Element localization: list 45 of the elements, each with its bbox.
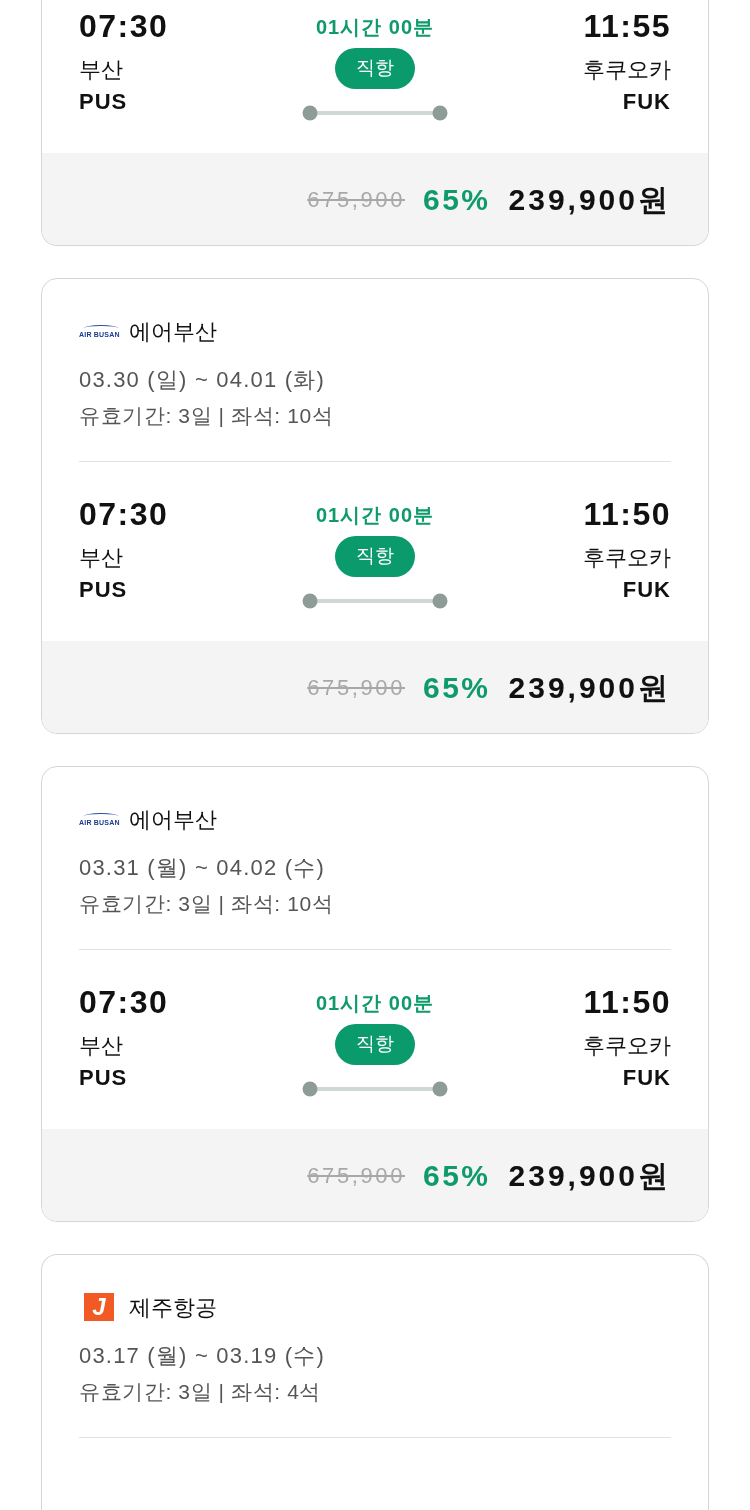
direct-flight-badge: 직항 <box>335 1024 415 1065</box>
travel-dates: 03.31 (월) ~ 04.02 (수) <box>79 854 326 882</box>
final-price: 239,900원 <box>508 669 671 706</box>
travel-dates: 03.17 (월) ~ 03.19 (수) <box>79 1342 326 1370</box>
arrival-city: 후쿠오카 <box>583 544 671 572</box>
departure-city: 부산 <box>79 1032 123 1060</box>
arrival-time: 11:50 <box>583 983 671 1022</box>
direct-flight-badge: 직항 <box>335 536 415 577</box>
validity-and-seats: 유효기간: 3일 | 좌석: 10석 <box>79 886 671 922</box>
final-price: 239,900원 <box>508 1157 671 1194</box>
departure-city: 부산 <box>79 544 123 572</box>
departure-airport-code: PUS <box>79 576 128 604</box>
original-price: 675,900 <box>307 1161 405 1190</box>
arrival-airport-code: FUK <box>622 576 671 604</box>
arrival-airport-code: FUK <box>622 1064 671 1092</box>
airline-name: 제주항공 <box>129 1293 217 1322</box>
airline-name: 에어부산 <box>129 805 217 834</box>
flight-card[interactable]: J 제주항공 03.17 (월) ~ 03.19 (수) 유효기간: 3일 | 좌석: 4석 <box>41 1254 709 1510</box>
arrival-time: 11:50 <box>583 495 671 534</box>
departure-time: 07:30 <box>79 495 169 534</box>
flight-card[interactable]: 07:30 부산 PUS 01시간 00분 직항 11:55 후쿠오카 FUK 675,900 65% 239,900원 <box>41 0 709 246</box>
direct-flight-badge: 직항 <box>335 48 415 89</box>
discount-rate: 65% <box>423 669 491 706</box>
discount-rate: 65% <box>423 181 491 218</box>
departure-city: 부산 <box>79 56 123 84</box>
flight-duration: 01시간 00분 <box>315 15 435 40</box>
validity-and-seats: 유효기간: 3일 | 좌석: 4석 <box>79 1374 671 1410</box>
validity-and-seats: 유효기간: 3일 | 좌석: 10석 <box>79 398 671 434</box>
final-price: 239,900원 <box>508 181 671 218</box>
original-price: 675,900 <box>307 185 405 214</box>
departure-airport-code: PUS <box>79 1064 128 1092</box>
arrival-city: 후쿠오카 <box>583 1032 671 1060</box>
departure-time: 07:30 <box>79 983 169 1022</box>
arrival-city: 후쿠오카 <box>583 56 671 84</box>
airline-logo: J <box>84 1293 114 1321</box>
arrival-time: 11:55 <box>583 7 671 46</box>
flight-duration: 01시간 00분 <box>315 991 435 1016</box>
arrival-airport-code: FUK <box>622 88 671 116</box>
flight-duration: 01시간 00분 <box>315 503 435 528</box>
travel-dates: 03.30 (일) ~ 04.01 (화) <box>79 366 326 394</box>
airline-name: 에어부산 <box>129 317 217 346</box>
original-price: 675,900 <box>307 673 405 702</box>
departure-airport-code: PUS <box>79 88 128 116</box>
discount-rate: 65% <box>423 1157 491 1194</box>
departure-time: 07:30 <box>79 7 169 46</box>
